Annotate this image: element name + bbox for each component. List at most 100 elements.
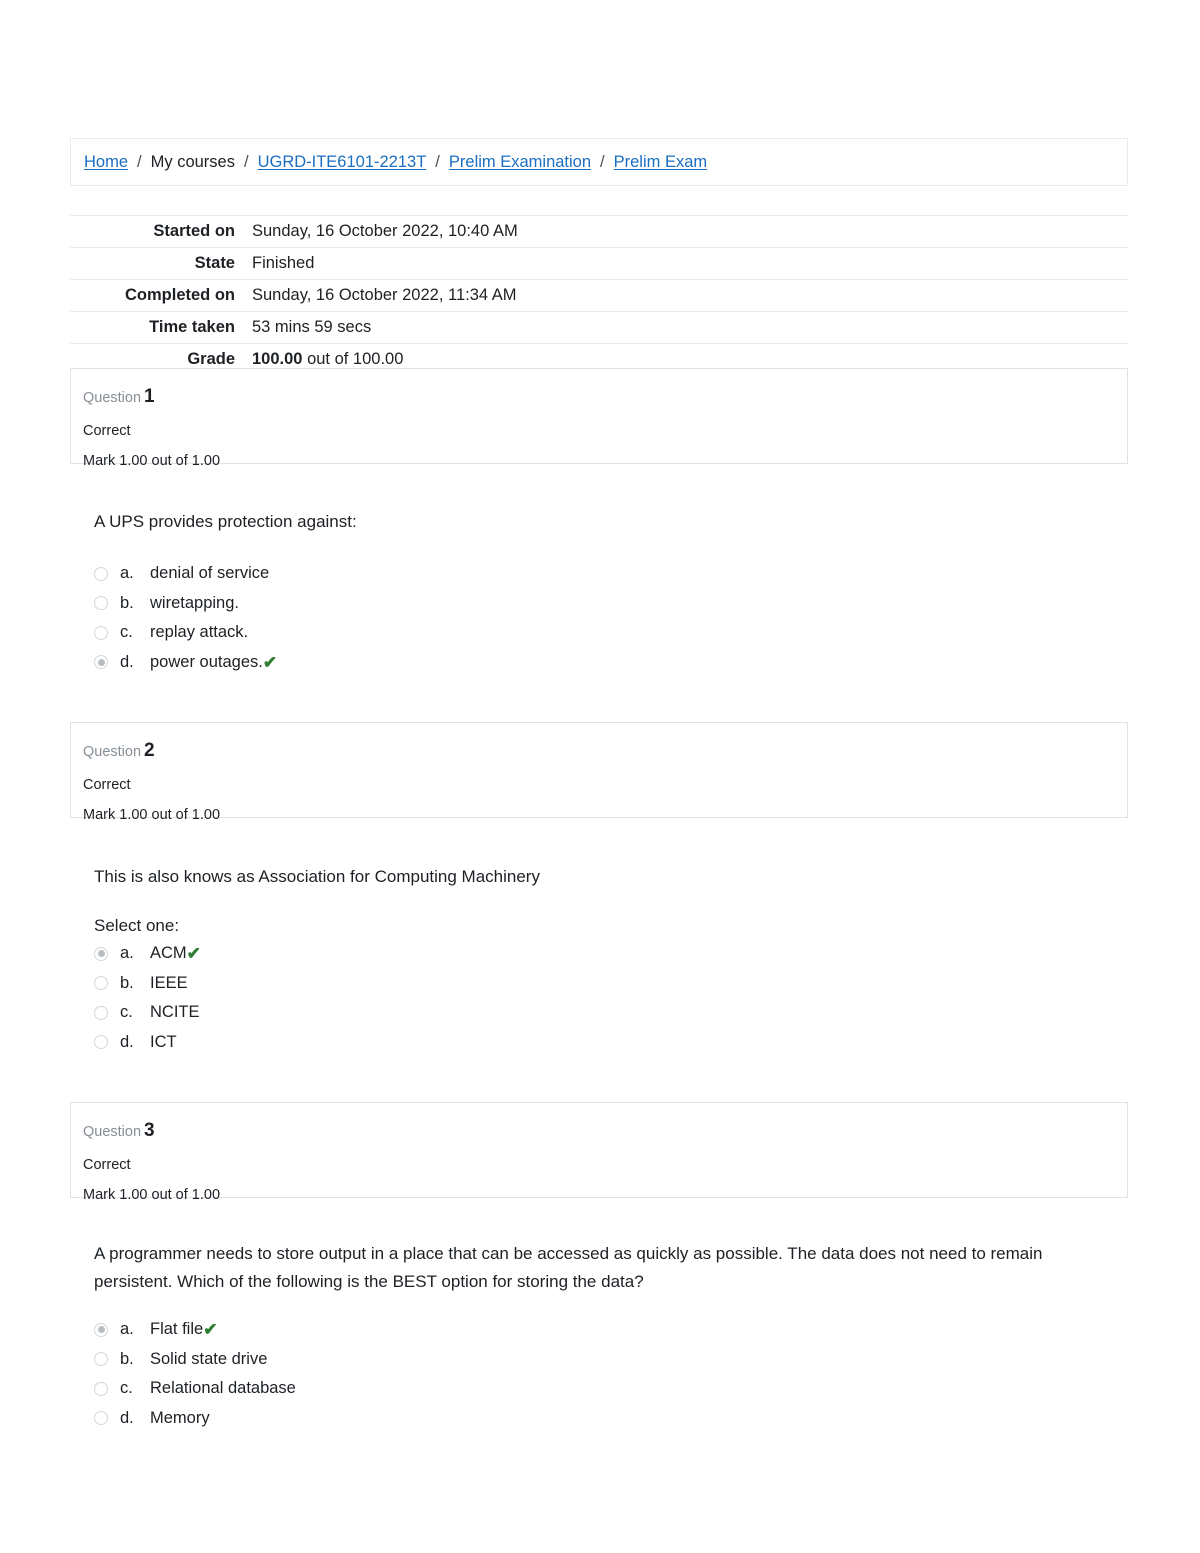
answer-letter: c. [120,1003,133,1022]
question-number: Question 3 [83,1117,1127,1146]
summary-value: 53 mins 59 secs [252,318,372,336]
question-number-value: 1 [144,386,155,407]
radio-button[interactable] [94,1411,108,1426]
breadcrumb-separator: / [600,152,605,171]
answer-option[interactable]: d. power outages. ✔ [94,648,1104,678]
question-state: Correct [83,1156,131,1173]
answer-option[interactable]: c. Relational database [94,1374,1104,1404]
answer-text: ACM [150,944,187,963]
answer-text: Solid state drive [150,1349,268,1368]
answer-text: replay attack. [150,623,249,642]
answer-letter: a. [120,1320,134,1339]
question-number-label: Question [83,744,142,760]
answer-text: Relational database [150,1379,296,1398]
radio-button[interactable] [94,625,108,640]
answer-option[interactable]: c. NCITE [94,998,1104,1028]
summary-row: Started on Sunday, 16 October 2022, 10:40… [70,215,1128,248]
summary-label: Time taken [149,318,235,336]
radio-button[interactable] [94,655,108,670]
summary-value: Sunday, 16 October 2022, 11:34 AM [252,286,517,304]
answer-letter: a. [120,564,134,583]
answer-option[interactable]: a. denial of service [94,559,1104,589]
answer-option[interactable]: b. IEEE [94,969,1104,999]
breadcrumb-item-4[interactable]: Prelim Examination [449,154,591,171]
radio-button[interactable] [94,1352,108,1367]
correct-check-icon: ✔ [203,1320,218,1340]
answer-letter: d. [120,1408,134,1427]
radio-button[interactable] [94,976,108,991]
select-one-label: Select one: [94,916,180,935]
answer-list-2: a. ACM ✔ b. IEEE c. NCITE d. ICT [94,939,1104,1057]
answer-letter: c. [120,1379,133,1398]
grade-score: 100.00 [252,350,303,368]
question-number-label: Question [83,1124,142,1140]
question-mark: Mark 1.00 out of 1.00 [83,807,221,824]
answer-letter: d. [120,652,134,671]
summary-row: Time taken 53 mins 59 secs [70,311,1128,344]
question-number: Question 1 [83,383,1127,412]
radio-button[interactable] [94,566,108,581]
grade-suffix: out of 100.00 [307,350,404,368]
breadcrumb-item-5[interactable]: Prelim Exam [614,154,708,171]
question-mark: Mark 1.00 out of 1.00 [83,1187,221,1204]
question-state: Correct [83,776,131,793]
answer-list-3: a. Flat file ✔ b. Solid state drive c. Relatio… [94,1315,1104,1433]
summary-value: Sunday, 16 October 2022, 10:40 AM [252,222,518,240]
correct-check-icon: ✔ [186,944,201,964]
radio-button[interactable] [94,596,108,611]
radio-button[interactable] [94,1035,108,1050]
question-number-label: Question [83,390,142,406]
answer-letter: d. [120,1032,134,1051]
question-mark: Mark 1.00 out of 1.00 [83,453,221,470]
answer-option[interactable]: d. Memory [94,1404,1104,1434]
breadcrumb-separator: / [243,152,249,171]
correct-check-icon: ✔ [262,652,278,672]
answer-text: Flat file [150,1320,204,1339]
answer-text: power outages. [150,652,263,671]
question-number: Question 2 [83,737,1127,766]
answer-option[interactable]: a. Flat file ✔ [94,1315,1104,1345]
radio-button[interactable] [94,1005,108,1020]
radio-button[interactable] [94,1381,108,1396]
answer-option[interactable]: b. Solid state drive [94,1345,1104,1375]
breadcrumb-item-3[interactable]: UGRD-ITE6101-2213T [258,154,427,171]
radio-button[interactable] [94,1322,108,1337]
answer-text: Memory [150,1408,210,1427]
answer-option[interactable]: b. wiretapping. [94,589,1104,619]
answer-letter: a. [120,944,134,963]
question-header-3: Question 3 Correct Mark 1.00 out of 1.00 [70,1102,1128,1203]
quiz-review-page: Home / My courses / UGRD-ITE6101-2213T / Preli… [0,0,1200,1553]
summary-row: State Finished [70,247,1128,280]
answer-option[interactable]: a. ACM ✔ [94,939,1104,969]
answer-text: denial of service [150,564,270,583]
answer-list-1: a. denial of service b. wiretapping. c. repla… [94,559,1104,677]
answer-text: wiretapping. [150,593,239,612]
summary-row: Completed on Sunday, 16 October 2022, 11:… [70,279,1128,312]
summary-value: Finished [252,254,315,272]
summary-label: Started on [153,222,235,240]
breadcrumb: Home / My courses / UGRD-ITE6101-2213T / Preli… [70,138,1128,186]
question-header-1: Question 1 Correct Mark 1.00 out of 1.00 [70,368,1128,469]
radio-button[interactable] [94,946,108,961]
answer-letter: b. [120,973,134,992]
breadcrumb-separator: / [435,152,440,171]
question-header-2: Question 2 Correct Mark 1.00 out of 1.00 [70,722,1128,823]
question-text-1: A UPS provides protection against: [94,512,357,531]
answer-letter: b. [120,1349,134,1368]
question-text-2: This is also knows as Association for Co… [94,867,540,886]
question-number-value: 2 [144,740,155,761]
breadcrumb-separator: / [137,152,142,171]
breadcrumb-item-1[interactable]: Home [84,154,128,171]
question-number-value: 3 [144,1120,155,1141]
quiz-summary-table: Started on Sunday, 16 October 2022, 10:40… [70,215,1128,376]
answer-text: NCITE [150,1003,200,1022]
answer-letter: b. [120,593,134,612]
breadcrumb-item-2: My courses [150,152,235,171]
answer-text: ICT [150,1032,177,1051]
answer-option[interactable]: d. ICT [94,1028,1104,1058]
question-state: Correct [83,422,131,439]
breadcrumb-list: Home / My courses / UGRD-ITE6101-2213T / Preli… [84,154,707,171]
summary-label: Completed on [125,286,235,304]
answer-option[interactable]: c. replay attack. [94,618,1104,648]
answer-text: IEEE [150,973,188,992]
